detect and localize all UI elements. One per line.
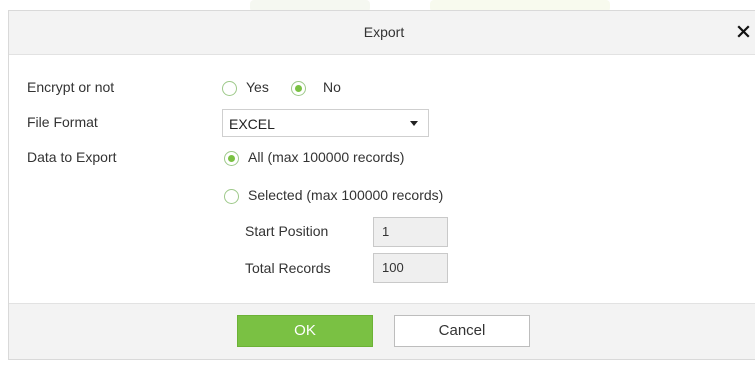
data-all-radio[interactable]	[224, 151, 239, 166]
data-selected-label: Selected (max 100000 records)	[248, 187, 444, 203]
dialog-footer: OK Cancel	[9, 303, 755, 359]
file-format-select[interactable]: EXCEL	[222, 109, 429, 137]
total-records-field[interactable]: 100	[373, 253, 448, 283]
encrypt-yes-radio[interactable]	[222, 81, 237, 96]
encrypt-no-radio[interactable]	[291, 81, 306, 96]
dialog-header: Export	[9, 11, 755, 55]
total-records-label: Total Records	[245, 260, 331, 276]
dialog-title: Export	[363, 24, 405, 40]
data-to-export-label: Data to Export	[27, 149, 117, 165]
start-position-label: Start Position	[245, 223, 329, 239]
chevron-down-icon	[410, 121, 418, 126]
file-format-value: EXCEL	[229, 116, 275, 132]
file-format-label: File Format	[27, 114, 98, 130]
close-icon[interactable]	[735, 20, 753, 42]
data-all-label: All (max 100000 records)	[248, 149, 405, 165]
ok-button[interactable]: OK	[237, 315, 373, 347]
start-position-field[interactable]: 1	[373, 217, 448, 247]
encrypt-no-label: No	[323, 79, 341, 95]
data-selected-radio[interactable]	[224, 189, 239, 204]
encrypt-label: Encrypt or not	[27, 79, 115, 95]
screen: Export Encrypt or not Yes No File Format…	[0, 0, 755, 365]
export-dialog: Export Encrypt or not Yes No File Format…	[8, 10, 755, 360]
encrypt-yes-label: Yes	[246, 79, 269, 95]
cancel-button[interactable]: Cancel	[394, 315, 530, 347]
